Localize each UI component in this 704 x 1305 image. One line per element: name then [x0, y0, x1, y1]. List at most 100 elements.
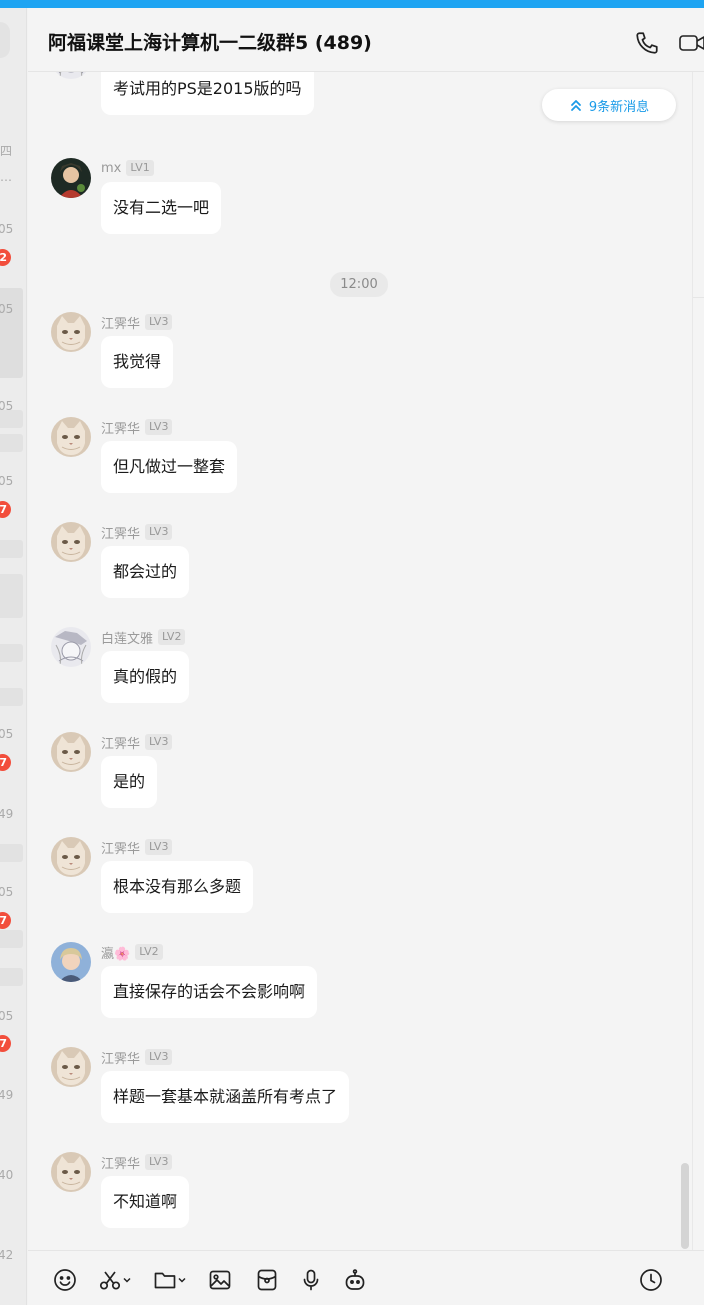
message-bubble[interactable]: 真的假的 [101, 651, 190, 703]
red-packet-icon[interactable] [255, 1268, 279, 1292]
conversation-time-fragment: 05 [0, 222, 14, 236]
conversation-time-fragment: 05 [0, 399, 14, 413]
conversation-preview-block [0, 844, 23, 862]
sender-name[interactable]: mx [101, 161, 121, 176]
level-badge: LV2 [158, 629, 186, 645]
sender-name[interactable]: 白莲文雅 [101, 628, 153, 647]
sender-name[interactable]: 江霁华 [101, 313, 140, 332]
sender-meta: 瀛🌸 LV2 [101, 943, 163, 962]
new-messages-button[interactable]: 9条新消息 [542, 89, 676, 121]
avatar[interactable] [51, 417, 91, 457]
message-bubble[interactable]: 但凡做过一整套 [101, 441, 238, 493]
image-icon[interactable] [208, 1268, 232, 1292]
conversation-time-fragment: 05 [0, 474, 14, 488]
sender-meta: 江霁华 LV3 [101, 838, 173, 857]
unread-badge: 7 [0, 1035, 11, 1052]
sender-name[interactable]: 江霁华 [101, 838, 140, 857]
conversation-time-fragment: 42 [0, 1248, 14, 1262]
sender-meta: 江霁华 LV3 [101, 1153, 173, 1172]
sender-name[interactable]: 江霁华 [101, 1048, 140, 1067]
phone-call-icon[interactable] [634, 30, 660, 56]
sender-meta: 白莲文雅 LV2 [101, 628, 186, 647]
sender-meta: 江霁华 LV3 [101, 1048, 173, 1067]
message-bubble[interactable]: 不知道啊 [101, 1176, 190, 1228]
sender-meta: 江霁华 LV3 [101, 313, 173, 332]
conversation-time-fragment: … [0, 170, 12, 184]
conversation-time-fragment: 49 [0, 1088, 14, 1102]
file-button[interactable] [153, 1268, 187, 1292]
sender-meta: mx LV1 [101, 159, 154, 177]
chat-header: 阿福课堂上海计算机一二级群5 (489) [28, 8, 704, 72]
unread-badge: 2 [0, 249, 11, 266]
avatar[interactable] [51, 942, 91, 982]
level-badge: LV3 [145, 524, 173, 540]
chat-scrollbar[interactable] [681, 1163, 689, 1249]
message-bubble[interactable]: 样题一套基本就涵盖所有考点了 [101, 1071, 350, 1123]
unread-badge: 7 [0, 501, 11, 518]
avatar[interactable] [51, 837, 91, 877]
avatar[interactable] [51, 72, 91, 79]
message-bubble[interactable]: 都会过的 [101, 546, 190, 598]
message-bubble[interactable]: 是的 [101, 756, 158, 808]
scissors-icon [99, 1271, 121, 1290]
message-bubble[interactable]: 直接保存的话会不会影响啊 [101, 966, 318, 1018]
unread-badge: 7 [0, 912, 11, 929]
message-bubble[interactable]: 考试用的PS是2015版的吗 [101, 72, 314, 115]
sender-name[interactable]: 江霁华 [101, 733, 140, 752]
conversation-preview-block [0, 688, 23, 706]
level-badge: LV2 [135, 944, 163, 960]
avatar[interactable] [51, 732, 91, 772]
level-badge: LV1 [126, 160, 154, 176]
time-divider: 12:00 [330, 272, 388, 297]
conversation-preview-block [0, 968, 23, 986]
sender-name[interactable]: 瀛🌸 [101, 943, 130, 962]
sender-meta: 江霁华 LV3 [101, 523, 173, 542]
double-chevron-up-icon [570, 100, 581, 111]
conversation-list-strip[interactable]: 四 … 05 05 05 05 05 49 05 05 49 40 42 2 7 7 7 7 [0, 8, 27, 1305]
message-bubble[interactable]: 没有二选一吧 [101, 182, 222, 234]
level-badge: LV3 [145, 1049, 173, 1065]
level-badge: LV3 [145, 314, 173, 330]
sender-meta: 江霁华 LV3 [101, 418, 173, 437]
divider [693, 297, 704, 298]
avatar[interactable] [51, 312, 91, 352]
unread-badge: 7 [0, 754, 11, 771]
message-bubble[interactable]: 我觉得 [101, 336, 174, 388]
collapsed-search-pill[interactable] [0, 22, 10, 58]
message-bubble[interactable]: 根本没有那么多题 [101, 861, 254, 913]
conversation-preview-block [0, 540, 23, 558]
level-badge: LV3 [145, 839, 173, 855]
conversation-time-fragment: 05 [0, 1009, 14, 1023]
group-title: 阿福课堂上海计算机一二级群5 (489) [48, 32, 372, 54]
emoji-icon[interactable] [53, 1268, 77, 1292]
sender-meta: 江霁华 LV3 [101, 733, 173, 752]
folder-icon [154, 1272, 176, 1289]
avatar[interactable] [51, 522, 91, 562]
level-badge: LV3 [145, 1154, 173, 1170]
conversation-time-fragment: 05 [0, 727, 14, 741]
robot-icon[interactable] [343, 1268, 367, 1292]
video-call-icon[interactable] [678, 30, 704, 56]
sender-name[interactable]: 江霁华 [101, 523, 140, 542]
chevron-down-icon [178, 1277, 186, 1283]
window-top-accent-bar [0, 0, 704, 8]
level-badge: LV3 [145, 734, 173, 750]
avatar[interactable] [51, 627, 91, 667]
conversation-time-fragment: 05 [0, 885, 14, 899]
history-clock-icon[interactable] [639, 1268, 663, 1292]
avatar[interactable] [51, 158, 91, 198]
level-badge: LV3 [145, 419, 173, 435]
screenshot-button[interactable] [98, 1268, 132, 1292]
microphone-icon[interactable] [299, 1268, 323, 1292]
right-side-panel-edge [692, 72, 704, 1250]
conversation-time-fragment: 四 [0, 144, 12, 158]
conversation-preview-block [0, 930, 23, 948]
conversation-preview-block [0, 434, 23, 452]
sender-name[interactable]: 江霁华 [101, 418, 140, 437]
sender-name[interactable]: 江霁华 [101, 1153, 140, 1172]
input-toolbar [28, 1250, 704, 1305]
chevron-down-icon [123, 1277, 131, 1283]
avatar[interactable] [51, 1152, 91, 1192]
message-list[interactable]: 考试用的PS是2015版的吗 mx LV1 没有二选一吧 江霁华 LV3 我觉得 江霁华 LV3… [28, 72, 692, 1250]
avatar[interactable] [51, 1047, 91, 1087]
